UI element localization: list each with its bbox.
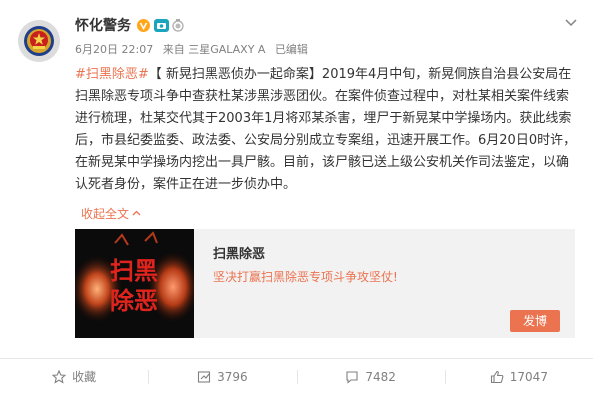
card-image-text-line1: 扫黑 (110, 257, 158, 285)
post-text: 【 新晃扫黑恶侦办一起命案】2019年4月中旬，新晃侗族自治县公安局在扫黑除恶专… (75, 67, 577, 192)
post-device[interactable]: 三星GALAXY A (188, 43, 265, 56)
favorite-button[interactable]: 收藏 (0, 359, 148, 394)
thumbs-up-icon (490, 370, 504, 383)
card-title[interactable]: 扫黑除恶 (213, 243, 265, 262)
crime-crackdown-graphic: 扫黑 除恶 (75, 229, 194, 338)
card-image-text-line2: 除恶 (110, 287, 158, 315)
topic-link[interactable]: #扫黑除恶# (75, 67, 149, 82)
post-timestamp[interactable]: 6月20日 22:07 (75, 43, 153, 56)
topic-card[interactable]: 扫黑 除恶 扫黑除恶 坚决打赢扫黑除恶专项斗争攻坚仗! 发博 (75, 229, 575, 338)
avatar[interactable] (18, 20, 60, 62)
comment-count: 7482 (365, 369, 396, 384)
repost-icon (198, 370, 211, 383)
like-button[interactable]: 17047 (444, 359, 593, 394)
chevron-up-icon (132, 210, 141, 216)
collapse-button[interactable]: 收起全文 (81, 205, 141, 222)
camera-badge-icon[interactable] (154, 18, 169, 32)
author-name[interactable]: 怀化警务 (75, 15, 131, 35)
post-meta: 6月20日 22:07 来自 三星GALAXY A 已编辑 (75, 41, 314, 57)
collapse-label: 收起全文 (81, 207, 130, 221)
like-count: 17047 (509, 369, 548, 384)
author-row: 怀化警务 (75, 14, 184, 36)
medal-badge-icon[interactable] (172, 18, 184, 32)
police-emblem-icon (18, 20, 60, 62)
topic-card-image[interactable]: 扫黑 除恶 (75, 229, 194, 338)
favorite-label: 收藏 (72, 370, 97, 384)
repost-count: 3796 (217, 369, 248, 384)
card-description: 坚决打赢扫黑除恶专项斗争攻坚仗! (213, 270, 398, 284)
comment-button[interactable]: 7482 (296, 359, 445, 394)
chevron-down-icon[interactable] (563, 14, 579, 30)
source-prefix: 来自 (162, 43, 185, 56)
post-body: #扫黑除恶#【 新晃扫黑恶侦办一起命案】2019年4月中旬，新晃侗族自治县公安局… (75, 64, 581, 196)
repost-button[interactable]: 3796 (148, 359, 296, 394)
post-button[interactable]: 发博 (510, 310, 560, 332)
edited-label[interactable]: 已编辑 (275, 43, 308, 56)
verified-v-icon[interactable] (137, 18, 150, 32)
star-icon (52, 369, 67, 384)
action-bar: 收藏 3796 7482 17047 (0, 359, 593, 394)
comment-icon (346, 370, 358, 384)
